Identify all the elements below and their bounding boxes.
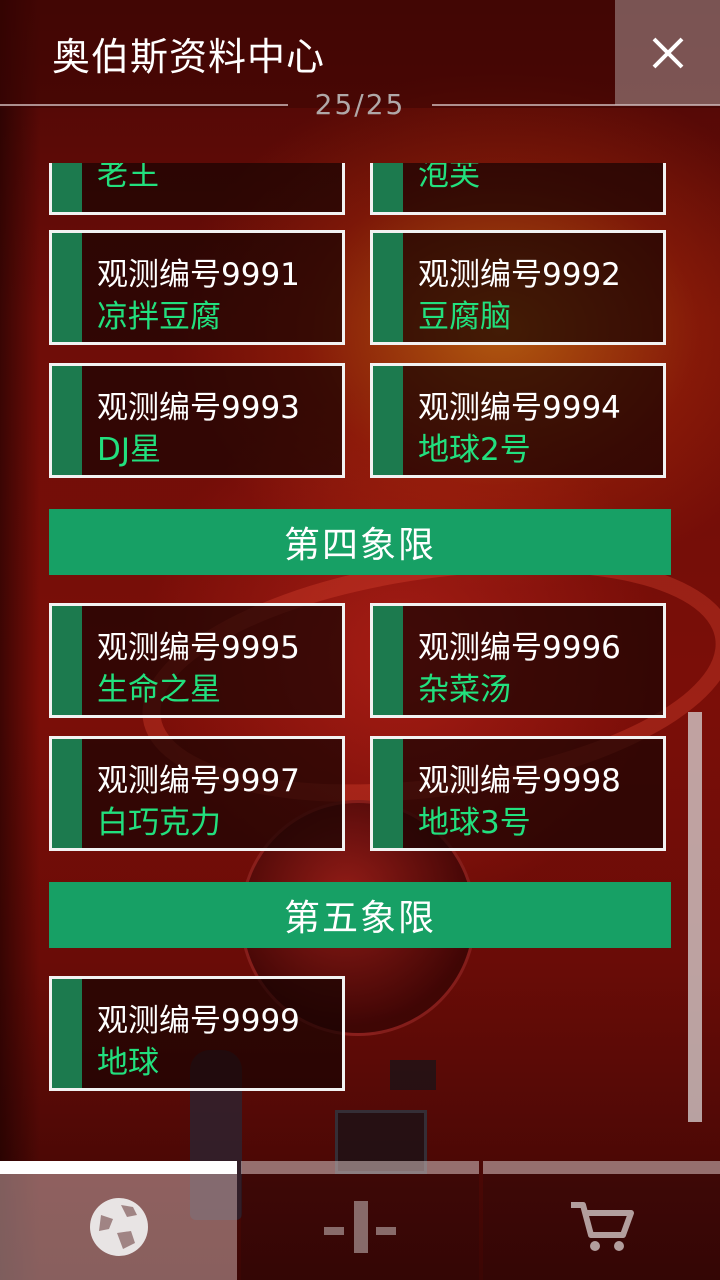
card-number: 观测编号9999 — [97, 1003, 300, 1039]
card-number: 观测编号9992 — [418, 257, 621, 293]
card-number: 观测编号9993 — [97, 390, 300, 426]
card-name: 地球 — [97, 1045, 159, 1081]
cart-icon — [570, 1202, 634, 1251]
observation-card[interactable]: 老王 — [49, 163, 345, 215]
card-number: 观测编号9997 — [97, 763, 300, 799]
card-number: 观测编号9998 — [418, 763, 621, 799]
card-number: 观测编号9995 — [97, 630, 300, 666]
header-divider — [432, 104, 720, 106]
tab-indicator-active — [0, 1161, 237, 1174]
card-name: 豆腐脑 — [418, 299, 511, 335]
observation-card[interactable]: 观测编号9995 生命之星 — [49, 603, 345, 718]
card-name: 凉拌豆腐 — [97, 299, 221, 335]
card-name: DJ星 — [97, 432, 162, 468]
observation-card[interactable]: 观测编号9997 白巧克力 — [49, 736, 345, 851]
observation-card[interactable]: 观测编号9991 凉拌豆腐 — [49, 230, 345, 345]
card-name: 杂菜汤 — [418, 672, 511, 708]
tab-observatory[interactable] — [241, 1174, 479, 1280]
tab-shop[interactable] — [483, 1174, 720, 1280]
observation-card[interactable]: 观测编号9999 地球 — [49, 976, 345, 1091]
page-counter: 25/25 — [314, 88, 406, 121]
close-button[interactable] — [615, 0, 720, 105]
page-title: 奥伯斯资料中心 — [52, 35, 326, 79]
observation-card[interactable]: 观测编号9994 地球2号 — [370, 363, 666, 478]
card-number: 观测编号9996 — [418, 630, 621, 666]
card-name: 老王 — [97, 163, 159, 193]
scrollbar-thumb[interactable] — [688, 712, 702, 1122]
section-header-quadrant-5: 第五象限 — [49, 882, 671, 948]
card-name: 地球3号 — [418, 805, 531, 841]
card-number: 观测编号9991 — [97, 257, 300, 293]
observation-card[interactable]: 泡芙 — [370, 163, 666, 215]
tab-indicator — [483, 1161, 720, 1174]
observatory-icon — [324, 1201, 396, 1253]
observation-card[interactable]: 观测编号9992 豆腐脑 — [370, 230, 666, 345]
card-name: 泡芙 — [418, 163, 480, 193]
tab-indicator — [241, 1161, 479, 1174]
tab-planets[interactable] — [0, 1174, 237, 1280]
observation-card[interactable]: 观测编号9998 地球3号 — [370, 736, 666, 851]
close-icon — [652, 37, 683, 68]
planet-icon — [89, 1198, 148, 1256]
section-header-quadrant-4: 第四象限 — [49, 509, 671, 575]
observation-card[interactable]: 观测编号9993 DJ星 — [49, 363, 345, 478]
card-name: 生命之星 — [97, 672, 221, 708]
card-number: 观测编号9994 — [418, 390, 621, 426]
card-name: 白巧克力 — [97, 805, 221, 841]
card-name: 地球2号 — [418, 432, 531, 468]
header-divider — [0, 104, 288, 106]
observation-card[interactable]: 观测编号9996 杂菜汤 — [370, 603, 666, 718]
